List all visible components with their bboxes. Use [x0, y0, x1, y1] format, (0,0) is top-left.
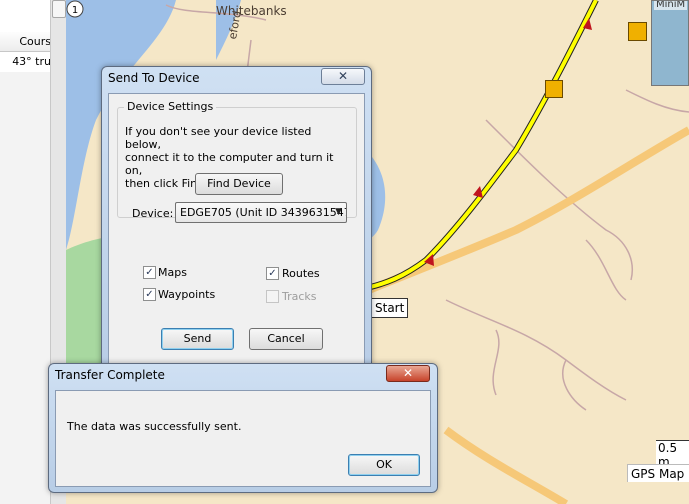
device-select[interactable]: EDGE705 (Unit ID 3439631547 ▼	[175, 202, 347, 223]
map-credit: GPS Map	[627, 464, 689, 482]
panel-blank-area	[0, 0, 50, 32]
group-title: Device Settings	[124, 100, 217, 113]
find-device-button[interactable]: Find Device	[195, 173, 283, 195]
town-label: Whitebanks	[216, 4, 287, 18]
tracks-checkbox-label: Tracks	[282, 290, 317, 303]
route-direction-arrow	[473, 186, 483, 198]
maps-checkbox-label[interactable]: Maps	[158, 266, 187, 279]
cancel-button[interactable]: Cancel	[249, 328, 323, 350]
restaurant-icon[interactable]	[545, 80, 563, 98]
dialog-title: Send To Device	[108, 71, 200, 85]
column-header-course[interactable]: Cours	[0, 32, 52, 52]
table-cell-course[interactable]: 43° tru	[0, 52, 52, 72]
route-start-label[interactable]: Start	[371, 298, 409, 318]
close-button[interactable]: ✕	[386, 365, 430, 382]
dialog-body: The data was successfully sent. OK	[55, 390, 431, 487]
maps-checkbox[interactable]: ✓	[143, 266, 156, 279]
send-to-device-dialog: Send To Device ✕ Device Settings If you …	[101, 66, 372, 374]
ok-button[interactable]: OK	[348, 454, 420, 476]
highway-shield-icon: 1	[66, 0, 84, 18]
waypoints-checkbox-label[interactable]: Waypoints	[158, 288, 215, 301]
dialog-titlebar[interactable]: Send To Device ✕	[102, 67, 371, 89]
close-button[interactable]: ✕	[321, 68, 365, 85]
fuel-station-icon[interactable]	[628, 22, 647, 41]
routes-checkbox-label[interactable]: Routes	[282, 267, 320, 280]
minimap[interactable]: MiniM	[651, 0, 689, 86]
message-text: The data was successfully sent.	[67, 420, 242, 433]
device-select-value: EDGE705 (Unit ID 3439631547	[180, 206, 347, 219]
shield-number: 1	[72, 5, 78, 16]
dialog-body: Device Settings If you don't see your de…	[108, 93, 365, 369]
tracks-checkbox	[266, 290, 279, 303]
device-label: Device:	[132, 207, 174, 220]
scrollbar-thumb[interactable]	[52, 0, 66, 18]
dialog-titlebar[interactable]: Transfer Complete ✕	[49, 364, 437, 386]
route-table: Cours 43° tru	[0, 32, 52, 72]
chevron-down-icon: ▼	[335, 207, 342, 217]
minimap-title: MiniM	[654, 0, 688, 10]
instruction-line: If you don't see your device listed belo…	[125, 125, 312, 151]
send-button[interactable]: Send	[161, 328, 234, 350]
routes-checkbox[interactable]: ✓	[266, 267, 279, 280]
major-road	[443, 426, 569, 504]
waypoints-checkbox[interactable]: ✓	[143, 288, 156, 301]
dialog-title: Transfer Complete	[55, 368, 165, 382]
transfer-complete-dialog: Transfer Complete ✕ The data was success…	[48, 363, 438, 493]
